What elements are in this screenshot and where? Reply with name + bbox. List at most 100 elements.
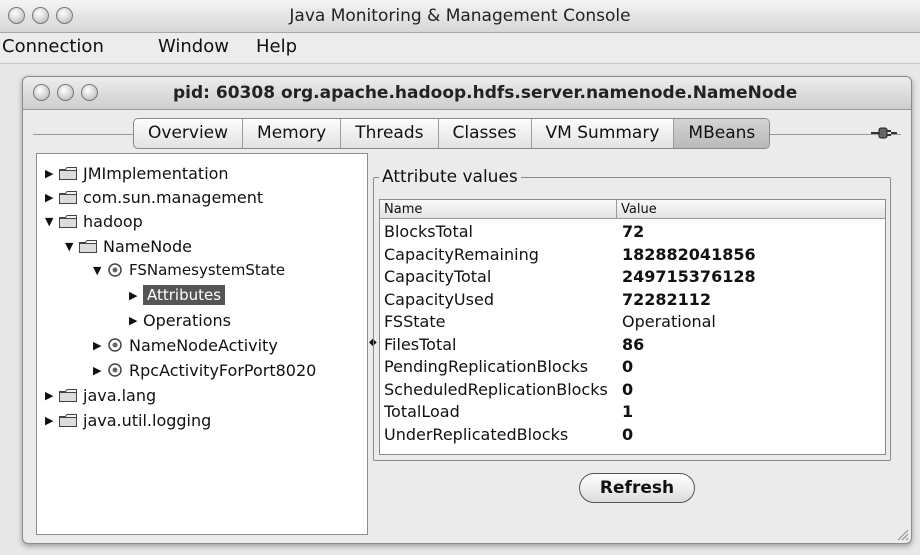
tree-label: RpcActivityForPort8020: [129, 360, 317, 380]
tree-item-com-sun-management[interactable]: ▶ com.sun.management: [45, 186, 263, 208]
attribute-value: 0: [622, 379, 634, 399]
plug-icon[interactable]: [871, 126, 897, 140]
tree-label: java.util.logging: [83, 410, 212, 430]
expand-arrow-icon[interactable]: ▶: [129, 314, 143, 327]
connection-title-bar: pid: 60308 org.apache.hadoop.hdfs.server…: [23, 77, 911, 110]
expand-arrow-icon[interactable]: ▶: [45, 191, 59, 204]
attribute-name: FSState: [384, 312, 446, 331]
menu-connection[interactable]: Connection: [2, 36, 104, 57]
tree-item-java-util-logging[interactable]: ▶ java.util.logging: [45, 409, 211, 431]
column-header-value[interactable]: Value: [617, 200, 885, 219]
mbean-icon: [107, 337, 123, 353]
attribute-value: 249715376128: [622, 267, 756, 286]
attribute-value: 72: [622, 222, 645, 241]
table-row[interactable]: CapacityRemaining 182882041856: [380, 243, 885, 266]
tab-overview[interactable]: Overview: [134, 119, 244, 148]
attribute-name: CapacityTotal: [384, 267, 492, 286]
tree-label: Operations: [143, 310, 231, 330]
tree-item-hadoop[interactable]: ▼ hadoop: [45, 210, 143, 232]
tree-label: hadoop: [83, 211, 143, 231]
tree-item-operations[interactable]: ▶ Operations: [129, 309, 231, 331]
tab-classes[interactable]: Classes: [439, 119, 532, 148]
tree-label: Attributes: [143, 285, 226, 305]
attribute-name: FilesTotal: [384, 334, 457, 354]
mbean-icon: [107, 362, 123, 378]
tree-item-attributes[interactable]: ▶ Attributes: [129, 284, 226, 306]
tab-mbeans[interactable]: MBeans: [674, 119, 770, 148]
collapse-arrow-icon[interactable]: ▼: [65, 240, 79, 253]
refresh-button[interactable]: Refresh: [579, 473, 695, 503]
tab-vm-summary[interactable]: VM Summary: [532, 119, 675, 148]
folder-icon: [59, 166, 77, 180]
tab-threads[interactable]: Threads: [341, 119, 439, 148]
table-row[interactable]: PendingReplicationBlocks 0: [380, 355, 885, 378]
table-row[interactable]: ScheduledReplicationBlocks 0: [380, 378, 885, 401]
menu-bar: Connection Window Help: [0, 33, 920, 64]
expand-arrow-icon[interactable]: ▶: [93, 364, 107, 377]
attribute-value: 0: [622, 424, 634, 444]
table-row[interactable]: FilesTotal 86: [380, 333, 885, 356]
attribute-name: UnderReplicatedBlocks: [384, 424, 569, 444]
tree-item-namenodeactivity[interactable]: ▶ NameNodeActivity: [93, 334, 278, 356]
folder-icon: [79, 239, 97, 253]
folder-icon: [59, 413, 77, 427]
tree-label: java.lang: [83, 385, 157, 405]
tree-item-namenode[interactable]: ▼ NameNode: [65, 235, 192, 257]
attribute-value: 72282112: [622, 289, 712, 309]
attribute-name: CapacityRemaining: [384, 244, 539, 264]
connection-window: pid: 60308 org.apache.hadoop.hdfs.server…: [22, 76, 912, 544]
collapse-arrow-icon[interactable]: ▼: [45, 215, 59, 228]
attribute-value: 1: [622, 402, 634, 421]
attribute-name: PendingReplicationBlocks: [384, 357, 589, 376]
tree-item-fsnamesystemstate[interactable]: ▼ FSNamesystemState: [93, 259, 285, 281]
attribute-value: 86: [622, 334, 645, 354]
table-row[interactable]: FSState Operational: [380, 310, 885, 333]
resize-grip-icon[interactable]: [895, 527, 909, 541]
attribute-value: Operational: [622, 312, 716, 331]
folder-icon: [59, 388, 77, 402]
tree-label: NameNodeActivity: [129, 335, 278, 355]
tree-label: com.sun.management: [83, 187, 264, 207]
attribute-values-panel: Attribute values Name Value BlocksTotal 7…: [373, 167, 891, 461]
column-header-name[interactable]: Name: [380, 200, 617, 219]
title-bar: Java Monitoring & Management Console: [0, 0, 920, 33]
close-connection-button[interactable]: [33, 84, 50, 101]
tab-bar: Overview Memory Threads Classes VM Summa…: [133, 118, 771, 149]
connection-title: pid: 60308 org.apache.hadoop.hdfs.server…: [173, 83, 798, 103]
mbean-icon: [107, 262, 123, 278]
mbean-tree[interactable]: ▶ JMImplementation ▶ com.sun.management …: [36, 153, 368, 535]
expand-arrow-icon[interactable]: ▶: [93, 339, 107, 352]
tree-item-jmimplementation[interactable]: ▶ JMImplementation: [45, 162, 229, 184]
expand-arrow-icon[interactable]: ▶: [45, 389, 59, 402]
attribute-table[interactable]: Name Value BlocksTotal 72 CapacityRemaini…: [379, 199, 886, 455]
tab-memory[interactable]: Memory: [243, 119, 342, 148]
expand-arrow-icon[interactable]: ▶: [129, 289, 143, 302]
menu-window[interactable]: Window: [158, 36, 229, 57]
tree-item-java-lang[interactable]: ▶ java.lang: [45, 384, 156, 406]
table-row[interactable]: BlocksTotal 72: [380, 220, 885, 243]
tree-label: JMImplementation: [83, 163, 229, 183]
table-row[interactable]: CapacityTotal 249715376128: [380, 265, 885, 288]
tree-label: NameNode: [103, 236, 192, 256]
attribute-name: ScheduledReplicationBlocks: [384, 379, 608, 399]
attribute-name: CapacityUsed: [384, 289, 494, 309]
attribute-value: 182882041856: [622, 244, 756, 264]
attribute-name: TotalLoad: [384, 402, 460, 421]
group-title: Attribute values: [379, 167, 521, 187]
attribute-value: 0: [622, 357, 634, 376]
expand-arrow-icon[interactable]: ▶: [45, 414, 59, 427]
expand-arrow-icon[interactable]: ▶: [45, 167, 59, 180]
folder-icon: [59, 190, 77, 204]
minimize-connection-button[interactable]: [57, 84, 74, 101]
window-title: Java Monitoring & Management Console: [289, 6, 631, 26]
attribute-name: BlocksTotal: [384, 222, 473, 241]
menu-help[interactable]: Help: [256, 36, 297, 57]
folder-icon: [59, 214, 77, 228]
table-row[interactable]: TotalLoad 1: [380, 400, 885, 423]
tree-item-rpcactivityforport8020[interactable]: ▶ RpcActivityForPort8020: [93, 359, 316, 381]
zoom-connection-button[interactable]: [81, 84, 98, 101]
collapse-arrow-icon[interactable]: ▼: [93, 264, 107, 277]
tree-label: FSNamesystemState: [129, 261, 286, 279]
table-row[interactable]: UnderReplicatedBlocks 0: [380, 423, 885, 446]
table-row[interactable]: CapacityUsed 72282112: [380, 288, 885, 311]
